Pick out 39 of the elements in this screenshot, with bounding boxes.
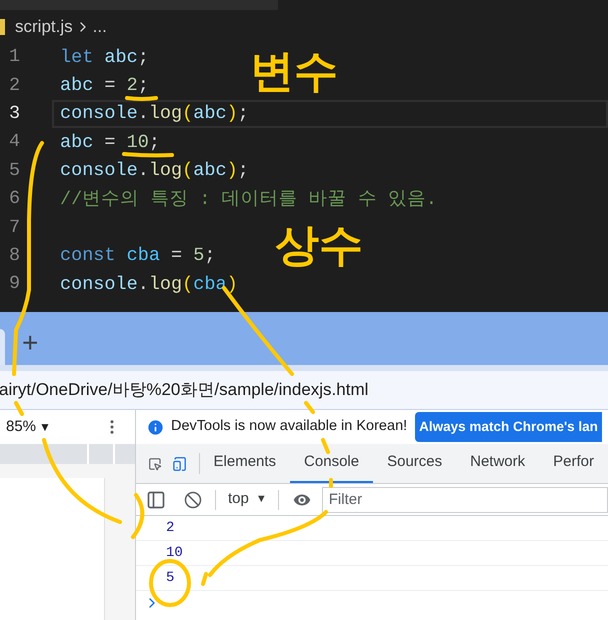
console-output: 5 — [166, 568, 174, 588]
notice-text: DevTools is now available in Korean! — [171, 417, 408, 436]
line-number: 3 — [8, 102, 22, 126]
code-line: console.log(abc); — [60, 161, 249, 180]
context-dropdown[interactable]: top ▼ — [228, 488, 267, 511]
underline-mark — [125, 96, 158, 101]
devtools-tab[interactable]: Perfor — [539, 444, 608, 483]
code-line: //변수의 특징 : 데이터를 바꿀 수 있음. — [60, 190, 438, 209]
line-number: 5 — [8, 158, 22, 183]
code-line: const cba = 5; — [60, 246, 216, 266]
breadcrumb-more[interactable]: ... — [92, 14, 107, 40]
sidebar-icon[interactable] — [146, 490, 166, 510]
new-tab-button[interactable]: + — [22, 329, 38, 357]
code-line: let abc; — [60, 48, 149, 67]
circle-mark — [149, 559, 191, 607]
devtools-tab[interactable]: Elements — [200, 444, 290, 483]
line-number: 4 — [8, 130, 22, 154]
breadcrumb-file[interactable]: script.js — [15, 14, 73, 40]
line-number: 1 — [8, 45, 22, 70]
line-number: 7 — [8, 216, 22, 240]
console-output: 10 — [166, 544, 183, 562]
line-number: 2 — [8, 74, 22, 98]
handwritten-note: 상수 — [275, 224, 363, 268]
line-number: 9 — [8, 272, 22, 296]
devtools-tab[interactable]: Sources — [373, 444, 456, 483]
console-output: 2 — [166, 518, 174, 538]
filter-field[interactable]: Filter — [322, 486, 608, 512]
line-number: 6 — [8, 187, 22, 212]
handwritten-note: 변수 — [250, 50, 338, 94]
code-line: console.log(abc); — [60, 104, 249, 124]
code-line: abc = 10; — [60, 132, 160, 152]
info-icon — [146, 418, 165, 436]
devtools-tab[interactable]: Network — [456, 444, 540, 483]
js-file-icon — [0, 18, 5, 34]
underline-mark — [122, 152, 174, 158]
code-line: abc = 2; — [60, 76, 149, 96]
clear-console-icon[interactable] — [184, 490, 202, 508]
always-match-button[interactable]: Always match Chrome's lan — [415, 412, 602, 442]
line-number: 8 — [8, 244, 22, 268]
